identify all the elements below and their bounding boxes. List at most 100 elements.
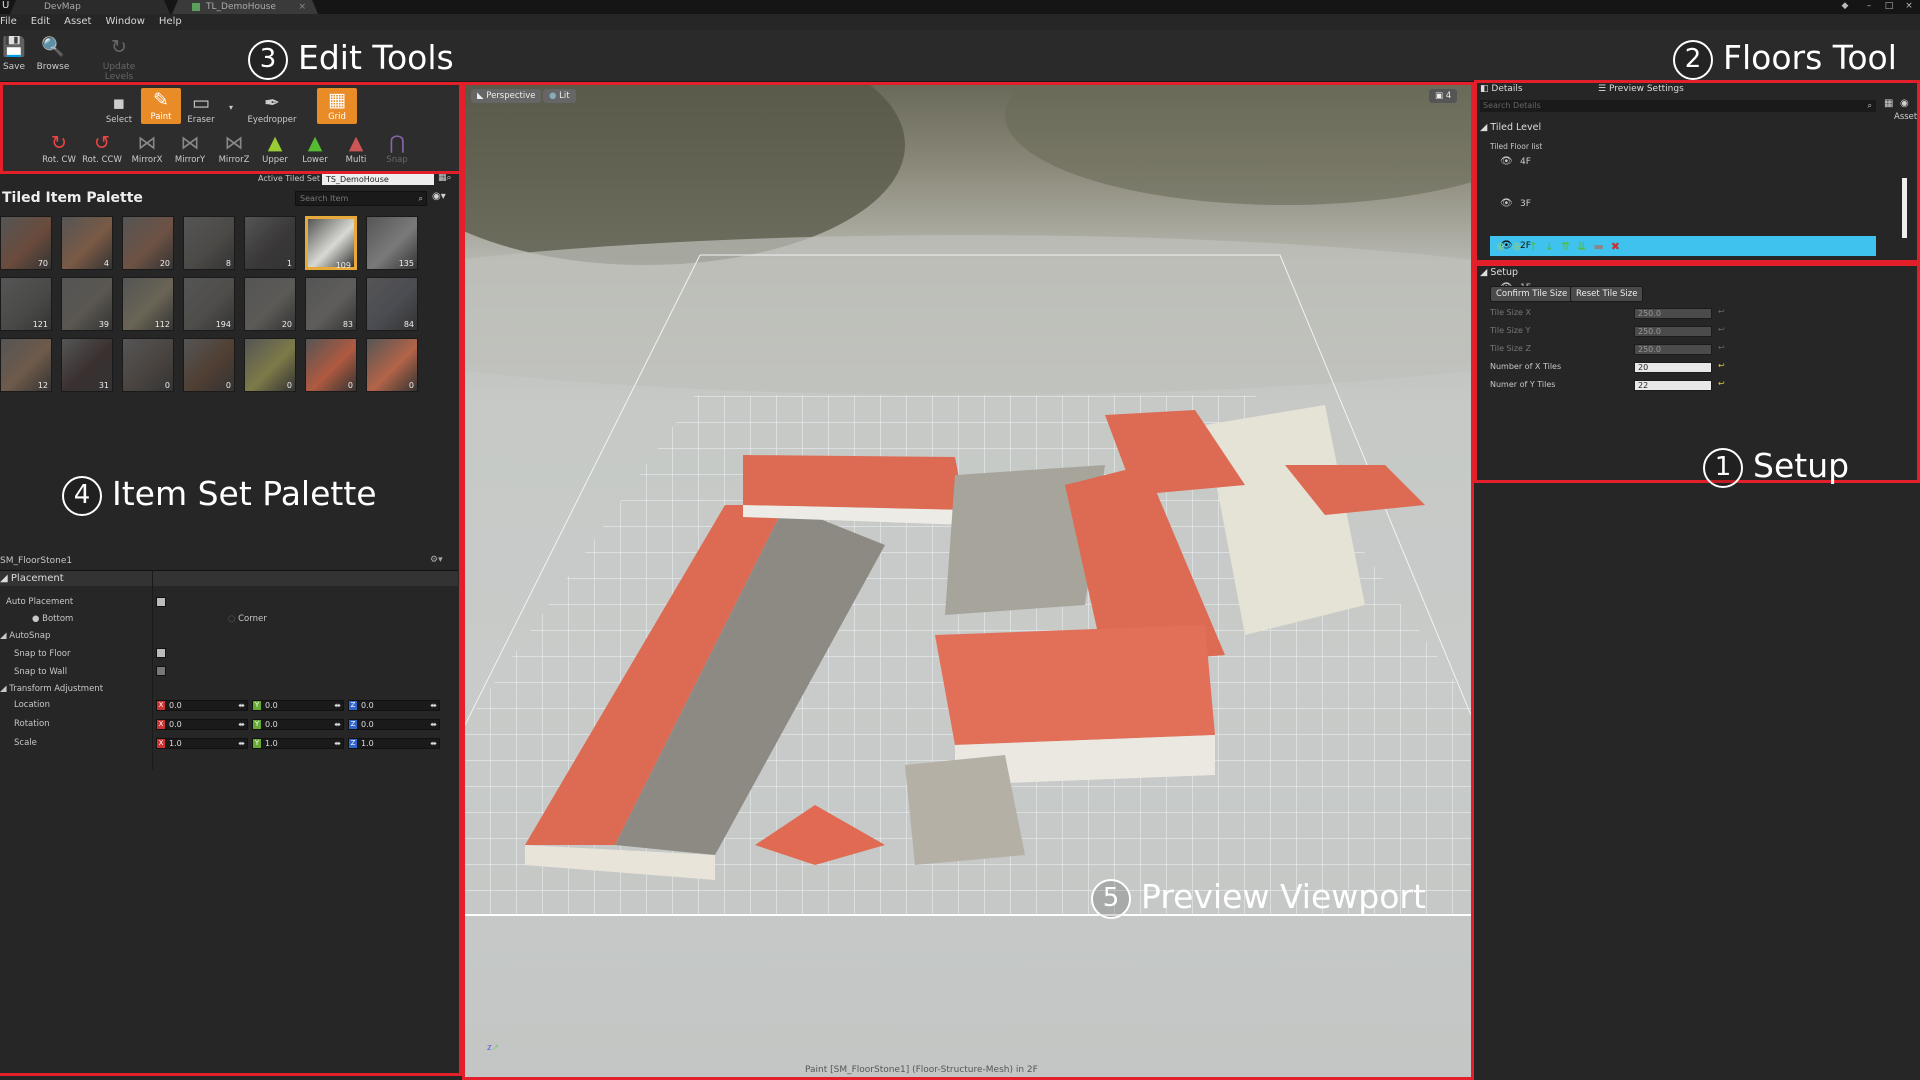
notification-icon[interactable]: ◆ <box>1838 0 1852 12</box>
snap-to-wall-checkbox[interactable] <box>156 666 166 676</box>
palette-tile[interactable]: 70 <box>0 216 52 270</box>
transform-z-field[interactable]: Z 0.0 ⬌ <box>348 719 440 730</box>
palette-search-input[interactable]: Search Item ⌕ <box>295 191 427 206</box>
setup-header[interactable]: ◢ Setup <box>1480 267 1518 278</box>
tiled-level-header[interactable]: ◢ Tiled Level <box>1480 122 1541 133</box>
palette-tile[interactable]: 0 <box>244 338 296 392</box>
confirm-tile-size-button[interactable]: Confirm Tile Size <box>1490 286 1574 302</box>
transform-z-field[interactable]: Z 0.0 ⬌ <box>348 700 440 711</box>
view-options-icon[interactable]: ◉▾ <box>432 191 446 202</box>
menu-edit[interactable]: Edit <box>31 14 50 30</box>
active-tiled-set-field[interactable]: TS_DemoHouse <box>322 174 434 185</box>
camera-speed-button[interactable]: ▣ 4 <box>1429 89 1458 103</box>
browse-button[interactable]: 🔍 Browse <box>31 34 75 80</box>
palette-tile[interactable]: 20 <box>122 216 174 270</box>
upper-tool[interactable]: ▲ Upper <box>255 131 295 165</box>
palette-tile[interactable]: 84 <box>366 277 418 331</box>
reset-to-default-icon[interactable]: ↩ <box>1718 343 1725 352</box>
details-options-icon[interactable]: ⚙▾ <box>430 555 443 565</box>
menu-asset[interactable]: Asset <box>64 14 91 30</box>
placement-header[interactable]: ◢ Placement <box>0 570 458 586</box>
menu-help[interactable]: Help <box>159 14 182 30</box>
palette-tile[interactable]: 0 <box>183 338 235 392</box>
reset-to-default-icon[interactable]: ↩ <box>1718 307 1725 316</box>
perspective-button[interactable]: ◣ Perspective <box>471 89 542 103</box>
eye-options-icon[interactable]: ◉ <box>1900 98 1909 109</box>
palette-tile[interactable]: 31 <box>61 338 113 392</box>
reset-to-default-icon[interactable]: ↩ <box>1718 379 1725 388</box>
transform-y-field[interactable]: Y 0.0 ⬌ <box>252 719 344 730</box>
setup-field-input[interactable]: 20 <box>1634 362 1712 373</box>
close-window-icon[interactable]: × <box>1902 0 1916 12</box>
palette-tile[interactable]: 39 <box>61 277 113 331</box>
reset-to-default-icon[interactable]: ↩ <box>1718 325 1725 334</box>
transform-x-field[interactable]: X 1.0 ⬌ <box>156 738 248 749</box>
rot-ccw-tool[interactable]: ↺ Rot. CCW <box>82 131 122 165</box>
mirror-z-tool[interactable]: ⋈ MirrorZ <box>214 131 254 165</box>
move-up-icon[interactable]: ↑ <box>1528 240 1537 253</box>
eyedropper-tool[interactable]: ✒ Eyedropper <box>247 91 297 125</box>
add-floor-below-icon[interactable]: ⊕ <box>1512 240 1521 253</box>
details-search-input[interactable]: Search Details ⌕ <box>1480 100 1876 112</box>
palette-tile[interactable]: 194 <box>183 277 235 331</box>
palette-tile[interactable]: 8 <box>183 216 235 270</box>
palette-tile[interactable]: 83 <box>305 277 357 331</box>
eraser-tool[interactable]: ▭ Eraser <box>181 91 221 125</box>
grid-view-icon[interactable]: ▦ <box>1884 98 1893 109</box>
palette-tile[interactable]: 12 <box>0 338 52 392</box>
tab-tl-demohouse[interactable]: TL_DemoHouse × <box>172 0 318 14</box>
paint-tool[interactable]: ✎ Paint <box>141 88 181 124</box>
corner-radio[interactable]: ○ Corner <box>228 614 267 624</box>
auto-placement-checkbox[interactable] <box>156 597 166 607</box>
tab-devmap[interactable]: DevMap <box>10 0 170 14</box>
palette-tile[interactable]: 4 <box>61 216 113 270</box>
move-down-icon[interactable]: ↓ <box>1545 240 1554 253</box>
palette-tile[interactable]: 0 <box>122 338 174 392</box>
menu-file[interactable]: File <box>0 14 17 30</box>
lit-button[interactable]: ● Lit <box>543 89 576 103</box>
palette-tile[interactable]: 121 <box>0 277 52 331</box>
reset-tile-size-button[interactable]: Reset Tile Size <box>1570 286 1644 302</box>
transform-z-field[interactable]: Z 1.0 ⬌ <box>348 738 440 749</box>
transform-x-field[interactable]: X 0.0 ⬌ <box>156 719 248 730</box>
palette-tile[interactable]: 0 <box>305 338 357 392</box>
setup-field-input[interactable]: 22 <box>1634 380 1712 391</box>
snap-tool[interactable]: ⋂ Snap <box>377 131 417 165</box>
autosnap-header[interactable]: ◢ AutoSnap <box>0 631 50 641</box>
delete-floor-icon[interactable]: ✖ <box>1611 240 1620 253</box>
move-bottom-icon[interactable]: ⇊ <box>1577 240 1586 253</box>
palette-tile[interactable]: 20 <box>244 277 296 331</box>
transform-header[interactable]: ◢ Transform Adjustment <box>0 684 103 694</box>
minimize-icon[interactable]: – <box>1862 0 1876 12</box>
transform-y-field[interactable]: Y 0.0 ⬌ <box>252 700 344 711</box>
eye-icon[interactable]: 👁 <box>1500 152 1513 172</box>
menu-window[interactable]: Window <box>105 14 144 30</box>
multi-tool[interactable]: ▲ Multi <box>336 131 376 165</box>
palette-tile[interactable]: 112 <box>122 277 174 331</box>
rot-cw-tool[interactable]: ↻ Rot. CW <box>39 131 79 165</box>
move-top-icon[interactable]: ⇈ <box>1561 240 1570 253</box>
palette-tile[interactable]: 109 <box>305 216 357 270</box>
eraser-dropdown-icon[interactable]: ▾ <box>229 103 233 112</box>
setup-field-input[interactable]: 250.0 <box>1634 326 1712 337</box>
duplicate-floor-icon[interactable]: ▬ <box>1593 240 1603 253</box>
transform-y-field[interactable]: Y 1.0 ⬌ <box>252 738 344 749</box>
palette-tile[interactable]: 1 <box>244 216 296 270</box>
palette-tile[interactable]: 0 <box>366 338 418 392</box>
reset-to-default-icon[interactable]: ↩ <box>1718 361 1725 370</box>
update-levels-button[interactable]: ↻ Update Levels <box>88 34 150 82</box>
floor-list-scrollbar[interactable] <box>1902 178 1907 238</box>
bottom-radio[interactable]: ● Bottom <box>32 614 73 624</box>
eye-icon[interactable]: 👁 <box>1500 194 1513 214</box>
select-tool[interactable]: ▪ Select <box>99 91 139 125</box>
setup-field-input[interactable]: 250.0 <box>1634 344 1712 355</box>
preview-viewport[interactable]: ◣ Perspective ● Lit ▣ 4 5 Preview Viewpor… <box>462 82 1474 1080</box>
floor-row[interactable]: 👁 3F <box>1490 194 1876 214</box>
add-floor-icon[interactable]: ⊕ <box>1496 240 1505 253</box>
setup-field-input[interactable]: 250.0 <box>1634 308 1712 319</box>
maximize-icon[interactable]: □ <box>1882 0 1896 12</box>
palette-tile[interactable]: 135 <box>366 216 418 270</box>
lower-tool[interactable]: ▲ Lower <box>295 131 335 165</box>
mirror-y-tool[interactable]: ⋈ MirrorY <box>170 131 210 165</box>
grid-tool[interactable]: ▦ Grid <box>317 88 357 124</box>
